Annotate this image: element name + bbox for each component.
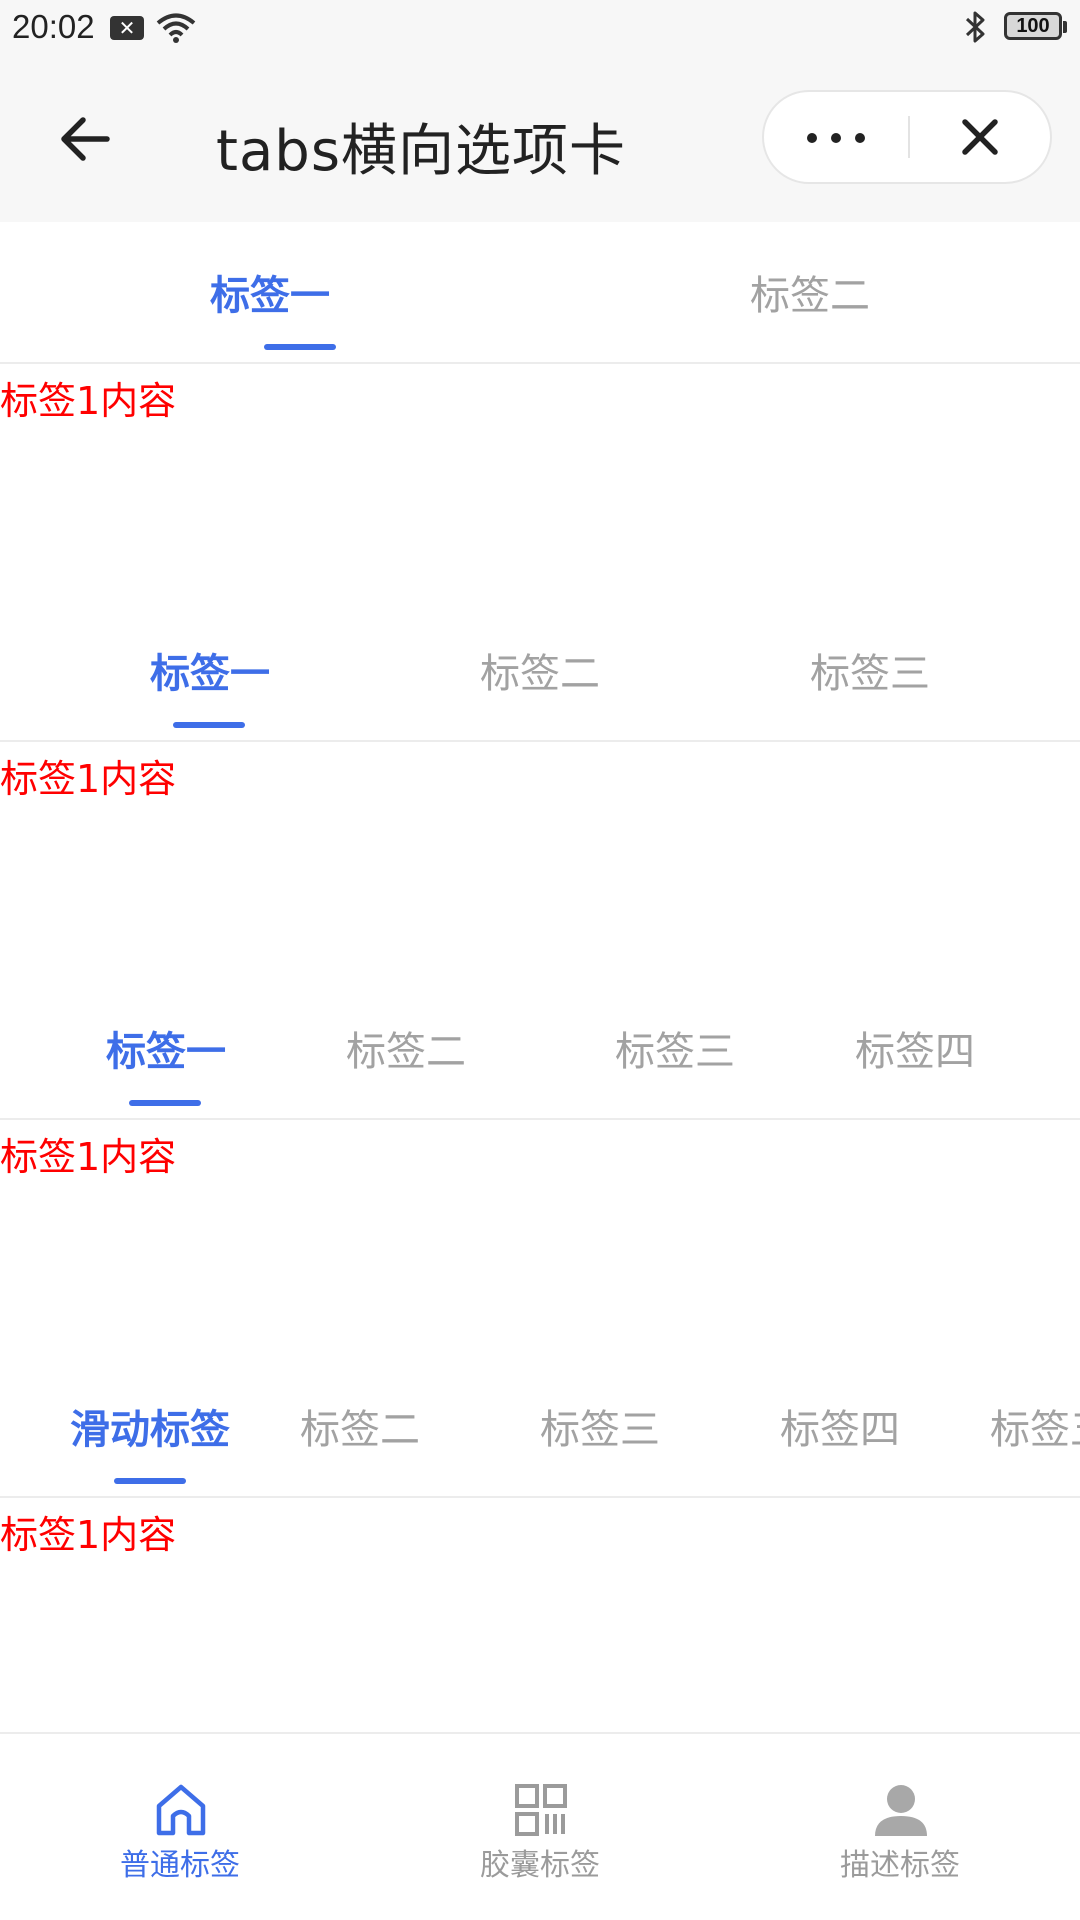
tab-item[interactable]: 标签一 xyxy=(66,978,266,1118)
home-icon xyxy=(156,1784,206,1836)
back-button[interactable] xyxy=(50,104,120,174)
tab-item[interactable]: 标签二 xyxy=(306,978,506,1118)
active-tab-indicator xyxy=(114,1478,186,1484)
nav-bar: tabs横向选项卡 xyxy=(0,60,1080,222)
tab-content: 标签1内容 xyxy=(0,1513,177,1557)
active-tab-indicator xyxy=(129,1100,201,1106)
tabbar-item-normal[interactable]: 普通标签 xyxy=(0,1734,360,1920)
more-button[interactable] xyxy=(764,92,908,182)
battery-indicator: 100 xyxy=(1004,12,1067,40)
tabbar-item-description[interactable]: 描述标签 xyxy=(720,1734,1080,1920)
capsule-menu xyxy=(762,90,1052,184)
tab-item[interactable]: 标签二 xyxy=(540,222,1080,362)
status-bar: 20:02 ✕ 100 xyxy=(0,0,1080,60)
tabs-three: 标签一 标签二 标签三 xyxy=(0,600,1080,742)
tab-item[interactable]: 标签三 xyxy=(750,600,990,740)
grid-icon xyxy=(515,1784,567,1836)
tab-item[interactable]: 标签一 xyxy=(90,600,330,740)
tabbar-label: 描述标签 xyxy=(840,1848,960,1883)
wifi-icon xyxy=(156,12,196,48)
tabs-four: 标签一 标签二 标签三 标签四 xyxy=(0,978,1080,1120)
user-icon xyxy=(875,1785,927,1836)
tabs-two: 标签一 标签二 xyxy=(0,222,1080,364)
tab-item[interactable]: 标签二 xyxy=(260,1356,460,1496)
tab-content: 标签1内容 xyxy=(0,379,177,423)
active-tab-indicator xyxy=(173,722,245,728)
active-tab-indicator xyxy=(264,344,336,350)
tabbar-item-capsule[interactable]: 胶囊标签 xyxy=(360,1734,720,1920)
tab-content: 标签1内容 xyxy=(0,1135,177,1179)
page-title: tabs横向选项卡 xyxy=(216,119,626,184)
tab-item[interactable]: 标签二 xyxy=(420,600,660,740)
tab-item[interactable]: 标签三 xyxy=(575,978,775,1118)
bluetooth-icon xyxy=(962,10,990,52)
tab-item[interactable]: 滑动标签 xyxy=(50,1356,250,1496)
tab-item[interactable]: 标签五 xyxy=(990,1356,1080,1496)
message-x-icon: ✕ xyxy=(110,16,144,40)
tabbar-label: 普通标签 xyxy=(120,1848,240,1883)
tab-item[interactable]: 标签四 xyxy=(815,978,1015,1118)
tab-item[interactable]: 标签三 xyxy=(500,1356,700,1496)
screen: 20:02 ✕ 100 tabs横向选项卡 标签一 标签二 标签1内容 标签一 … xyxy=(0,0,1080,1920)
more-dots-icon xyxy=(800,128,872,147)
tab-item[interactable]: 标签一 xyxy=(0,222,540,362)
arrow-left-icon xyxy=(61,117,110,161)
close-icon xyxy=(962,119,998,155)
bottom-tabbar: 普通标签 胶囊标签 描述标签 xyxy=(0,1732,1080,1920)
tab-content: 标签1内容 xyxy=(0,757,177,801)
status-time: 20:02 xyxy=(12,8,95,45)
tabbar-label: 胶囊标签 xyxy=(480,1848,600,1883)
close-button[interactable] xyxy=(910,92,1050,182)
tabs-scrollable: 滑动标签 标签二 标签三 标签四 标签五 xyxy=(0,1356,1080,1498)
tab-item[interactable]: 标签四 xyxy=(740,1356,940,1496)
